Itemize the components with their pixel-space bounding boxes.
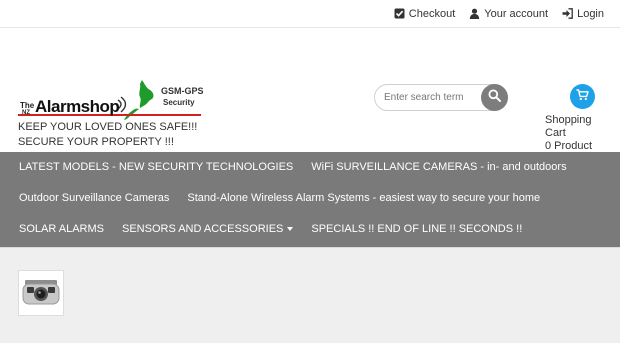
nav-item-label: LATEST MODELS - NEW SECURITY TECHNOLOGIE… <box>19 161 294 173</box>
nav-item-sensors-accessories[interactable]: SENSORS AND ACCESSORIES <box>113 214 302 245</box>
top-bar: Checkout Your account Login <box>0 0 620 28</box>
nav-item-label: Stand-Alone Wireless Alarm Systems - eas… <box>187 192 541 204</box>
logo-security: Security <box>163 98 195 107</box>
header: The NZ Alarmshop GSM-GPS Security KEEP Y… <box>0 28 620 152</box>
nav-item-label: SOLAR ALARMS <box>19 223 104 235</box>
logo-nz: NZ <box>22 110 30 116</box>
checkout-label: Checkout <box>408 7 456 20</box>
checkout-link[interactable]: Checkout <box>394 8 455 20</box>
nav-item-wifi-cameras[interactable]: WiFi SURVEILLANCE CAMERAS - in- and outd… <box>302 152 575 183</box>
product-thumbnail[interactable] <box>18 270 64 316</box>
search-input[interactable] <box>375 92 475 103</box>
nav-item-label: SENSORS AND ACCESSORIES <box>121 223 284 235</box>
checkbox-icon <box>394 8 405 19</box>
cart-button[interactable] <box>570 84 595 109</box>
content-area <box>0 247 620 343</box>
login-link[interactable]: Login <box>562 8 604 20</box>
nav-item-stand-alone-alarms[interactable]: Stand-Alone Wireless Alarm Systems - eas… <box>178 183 549 214</box>
logo-the: The <box>20 101 35 110</box>
nav-item-latest-models[interactable]: LATEST MODELS - NEW SECURITY TECHNOLOGIE… <box>10 152 302 183</box>
nav-item-specials[interactable]: SPECIALS !! END OF LINE !! SECONDS !! <box>302 214 531 245</box>
nav-item-solar-alarms[interactable]: SOLAR ALARMS <box>10 214 113 245</box>
search-icon <box>488 89 501 107</box>
sign-in-icon <box>562 8 573 19</box>
nav-item-label: WiFi SURVEILLANCE CAMERAS - in- and outd… <box>311 161 567 173</box>
account-label: Your account <box>484 7 549 20</box>
tagline: KEEP YOUR LOVED ONES SAFE!!! SECURE YOUR… <box>18 121 198 148</box>
nav-item-label: Outdoor Surveillance Cameras <box>19 192 170 204</box>
camera-product-image <box>21 273 61 314</box>
site-logo[interactable]: The NZ Alarmshop GSM-GPS Security <box>18 78 204 122</box>
shopping-cart[interactable]: Shopping Cart 0 Product <box>545 84 615 153</box>
login-label: Login <box>577 7 604 20</box>
cart-icon <box>576 88 589 106</box>
nav-item-outdoor-cameras[interactable]: Outdoor Surveillance Cameras <box>10 183 178 214</box>
account-link[interactable]: Your account <box>469 8 548 20</box>
logo-gsm: GSM-GPS <box>161 86 203 96</box>
cart-label: Shopping Cart <box>545 114 592 139</box>
logo-name: Alarmshop <box>35 97 119 116</box>
nav-item-label: SPECIALS !! END OF LINE !! SECONDS !! <box>311 223 523 235</box>
user-icon <box>469 8 480 19</box>
search-button[interactable] <box>481 84 508 111</box>
caret-down-icon <box>287 227 294 232</box>
main-navigation: LATEST MODELS - NEW SECURITY TECHNOLOGIE… <box>0 152 620 247</box>
search-box <box>374 84 508 111</box>
